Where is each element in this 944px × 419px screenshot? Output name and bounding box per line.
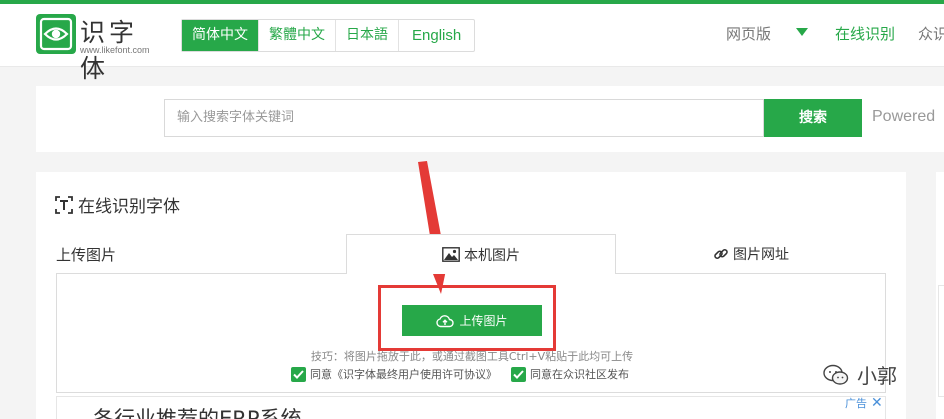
search-input[interactable]: 输入搜索字体关键词 bbox=[164, 99, 764, 137]
checkbox-checked-icon bbox=[511, 366, 526, 382]
search-button[interactable]: 搜索 bbox=[764, 99, 862, 137]
section-title: 在线识别字体 bbox=[54, 192, 180, 217]
ad-label: 广告 ✕ bbox=[845, 395, 883, 411]
watermark-text: 小郭 bbox=[857, 364, 897, 388]
ad-label-text: 广告 bbox=[845, 397, 867, 410]
language-switcher: 简体中文 繁體中文 日本語 English bbox=[181, 19, 476, 52]
upload-image-label: 上传图片 bbox=[56, 246, 117, 264]
nav-online-recognition[interactable]: 在线识别 bbox=[835, 23, 895, 44]
logo-eye-icon bbox=[36, 14, 76, 54]
upload-drop-zone[interactable]: 上传图片 技巧：将图片拖放于此，或通过截图工具Ctrl+V粘贴于此均可上传 同意… bbox=[56, 273, 886, 393]
logo-url: www.likefont.com bbox=[80, 45, 150, 55]
lang-simplified-chinese[interactable]: 简体中文 bbox=[182, 20, 259, 51]
section-title-text: 在线识别字体 bbox=[78, 197, 180, 217]
erp-recommendation-card[interactable]: 各行业推荐的ERP系统 bbox=[56, 396, 886, 419]
ad-close-icon[interactable]: ✕ bbox=[871, 395, 883, 411]
cloud-upload-icon bbox=[436, 314, 455, 327]
site-logo[interactable]: 识字体 www.likefont.com bbox=[36, 14, 166, 83]
watermark: 小郭 bbox=[823, 360, 897, 389]
checkbox-checked-icon bbox=[291, 366, 306, 382]
link-icon bbox=[714, 248, 728, 260]
agreement-row: 同意《识字体最终用户使用许可协议》 同意在众识社区发布 bbox=[291, 366, 643, 382]
wechat-icon bbox=[823, 364, 849, 385]
powered-by-label: Powered bbox=[872, 108, 936, 125]
recognition-panel: 在线识别字体 上传图片 本机图片 图片网址 上传图片 技巧：将图片拖放于此，或通… bbox=[36, 172, 906, 419]
agree-community-label: 同意在众识社区发布 bbox=[530, 368, 629, 381]
tab-local-image-label: 本机图片 bbox=[464, 247, 520, 264]
lang-japanese[interactable]: 日本語 bbox=[336, 20, 399, 51]
erp-recommendation-title: 各行业推荐的ERP系统 bbox=[93, 407, 302, 419]
text-recognition-icon bbox=[55, 195, 73, 214]
image-icon bbox=[442, 247, 460, 262]
tab-image-url-label: 图片网址 bbox=[733, 247, 789, 263]
lang-traditional-chinese[interactable]: 繁體中文 bbox=[259, 20, 336, 51]
agree-community-checkbox[interactable]: 同意在众识社区发布 bbox=[511, 366, 629, 382]
agree-license-label: 同意《识字体最终用户使用许可协议》 bbox=[310, 368, 497, 381]
site-header: 识字体 www.likefont.com 简体中文 繁體中文 日本語 Engli… bbox=[0, 4, 944, 83]
upload-image-button-label: 上传图片 bbox=[459, 314, 508, 328]
side-card bbox=[938, 285, 944, 397]
upload-image-button[interactable]: 上传图片 bbox=[402, 305, 542, 336]
dropdown-arrow-icon[interactable] bbox=[796, 28, 808, 36]
agree-license-checkbox[interactable]: 同意《识字体最终用户使用许可协议》 bbox=[291, 366, 497, 382]
nav-web-version[interactable]: 网页版 bbox=[726, 23, 771, 44]
tab-image-url[interactable]: 图片网址 bbox=[616, 234, 886, 274]
lang-english[interactable]: English bbox=[399, 20, 474, 51]
tab-local-image[interactable]: 本机图片 bbox=[346, 234, 616, 274]
nav-community[interactable]: 众识 bbox=[918, 23, 944, 44]
search-panel: 输入搜索字体关键词 搜索 Powered bbox=[36, 86, 944, 152]
upload-tip: 技巧：将图片拖放于此，或通过截图工具Ctrl+V粘贴于此均可上传 bbox=[310, 350, 634, 363]
